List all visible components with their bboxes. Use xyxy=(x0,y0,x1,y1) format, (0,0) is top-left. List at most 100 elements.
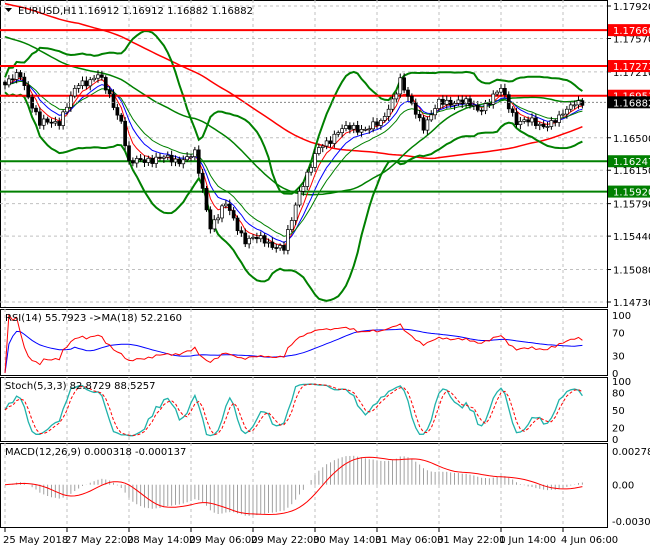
candle-body xyxy=(429,114,434,121)
candle-body xyxy=(371,121,375,130)
ema-slow xyxy=(4,80,583,237)
price-label: 1.15790 xyxy=(613,200,650,211)
candle-body xyxy=(317,147,321,154)
level-price-label: 1.17660 xyxy=(613,26,650,37)
candle-body xyxy=(185,156,189,161)
rsi-tick: 100 xyxy=(612,311,631,322)
stoch-label: Stoch(5,3,3) 82.8729 88.5257 xyxy=(5,381,156,392)
candle-body xyxy=(111,93,116,108)
macd-label: MACD(12,26,9) 0.000318 -0.000137 xyxy=(5,447,186,458)
candle-body xyxy=(131,160,135,164)
candle-body xyxy=(26,85,31,98)
candle-body xyxy=(243,232,248,245)
stoch-tick: 0 xyxy=(612,435,618,446)
candle-body xyxy=(456,99,461,104)
time-label: 30 May 14:00 xyxy=(313,535,382,546)
chart-window[interactable]: 25 May 2018 27 May 22:00 28 May 14:00 29 Ma… xyxy=(0,0,650,550)
candle-body xyxy=(514,112,519,126)
candle-body xyxy=(522,119,527,122)
candle-body xyxy=(336,132,341,135)
candle-body xyxy=(355,125,360,133)
price-label: 1.14730 xyxy=(613,298,650,309)
candle-body xyxy=(568,104,573,110)
candle-body xyxy=(84,80,89,87)
candle-body xyxy=(483,103,488,112)
candle-body xyxy=(173,158,178,163)
stoch-tick: 80 xyxy=(612,389,625,400)
candle-body xyxy=(328,140,333,144)
ma-green xyxy=(4,35,583,196)
time-label: 27 May 22:00 xyxy=(65,535,134,546)
candle-body xyxy=(100,74,104,78)
candle-body xyxy=(367,128,372,131)
chart-canvas[interactable]: 25 May 201827 May 22:0028 May 14:0029 Ma… xyxy=(0,0,650,550)
candle-body xyxy=(162,156,166,159)
candle-body xyxy=(7,78,11,86)
candle-body xyxy=(503,88,507,96)
candle-body xyxy=(61,111,65,126)
candle-body xyxy=(88,79,93,87)
candle-body xyxy=(69,95,73,108)
candle-body xyxy=(196,149,201,174)
candle-body xyxy=(475,104,480,111)
candle-body xyxy=(115,107,120,116)
candle-body xyxy=(348,125,352,130)
candle-body xyxy=(255,236,259,240)
candle-body xyxy=(22,76,27,86)
candle-body xyxy=(320,145,325,148)
rsi-tick: 70 xyxy=(612,328,625,339)
time-label: 1 Jun 14:00 xyxy=(499,535,556,546)
candle-body xyxy=(580,100,585,106)
level-price-label: 1.17273 xyxy=(613,62,650,73)
candle-body xyxy=(472,104,476,107)
candle-body xyxy=(262,235,267,244)
candle-body xyxy=(309,167,313,173)
candle-body xyxy=(154,156,158,164)
candle-body xyxy=(375,121,379,126)
candle-body xyxy=(406,89,410,97)
candle-body xyxy=(289,220,294,230)
dropdown-triangle-icon[interactable] xyxy=(5,8,12,12)
price-label: 1.16500 xyxy=(613,134,650,145)
candle-body xyxy=(305,171,310,187)
candle-body xyxy=(324,140,329,147)
candle-body xyxy=(239,230,244,234)
candle-body xyxy=(274,247,279,249)
candle-body xyxy=(537,123,542,126)
candle-body xyxy=(14,72,19,80)
candle-body xyxy=(534,117,538,126)
candle-body xyxy=(452,103,457,106)
stoch-tick: 100 xyxy=(612,377,631,388)
candle-body xyxy=(224,203,228,207)
candle-body xyxy=(413,102,418,115)
candle-body xyxy=(231,210,236,219)
candle-body xyxy=(181,159,186,165)
candle-body xyxy=(96,74,100,79)
candle-body xyxy=(142,159,147,163)
candle-body xyxy=(437,98,441,109)
candle-body xyxy=(282,245,286,251)
candle-body xyxy=(146,157,151,163)
candle-body xyxy=(286,229,290,251)
candle-body xyxy=(158,156,162,159)
macd-tick: -0.003002 xyxy=(612,517,650,528)
symbol-label: EURUSD,H1 xyxy=(18,6,77,17)
price-label: 1.15080 xyxy=(613,266,650,277)
candle-body xyxy=(506,94,511,110)
candle-body xyxy=(433,108,437,116)
candle-body xyxy=(359,129,364,133)
candle-body xyxy=(208,209,213,230)
candle-body xyxy=(165,154,170,158)
candle-body xyxy=(177,158,182,165)
candle-body xyxy=(386,108,391,117)
candle-body xyxy=(235,217,240,232)
candle-body xyxy=(417,113,422,119)
candle-body xyxy=(57,121,62,126)
candle-body xyxy=(572,104,577,107)
candle-body xyxy=(561,113,565,116)
candle-body xyxy=(398,77,403,95)
candle-body xyxy=(103,77,108,91)
candle-body xyxy=(119,114,124,122)
stoch-tick: 50 xyxy=(612,406,625,417)
candle-body xyxy=(18,72,23,78)
